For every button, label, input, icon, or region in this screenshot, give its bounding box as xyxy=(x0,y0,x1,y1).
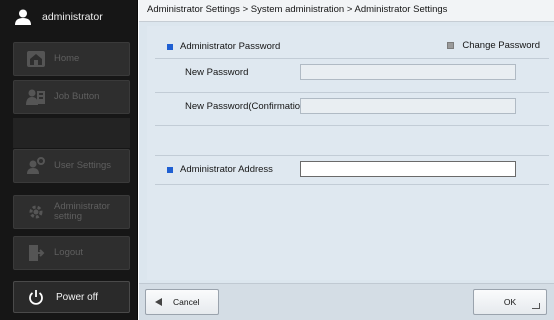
settings-panel: Administrator Password Change Password N… xyxy=(147,26,554,280)
confirm-password-label: New Password(Confirmation) xyxy=(185,101,309,112)
enter-icon xyxy=(532,303,540,309)
sidebar-item-job-button[interactable]: Job Button xyxy=(13,80,130,114)
administrator-address-field[interactable] xyxy=(300,161,516,177)
sidebar-item-label: Job Button xyxy=(54,91,100,102)
footer-bar: Cancel OK xyxy=(139,283,554,320)
sidebar-item-user-settings[interactable]: User Settings xyxy=(13,149,130,183)
sidebar-item-administrator-setting[interactable]: Administrator setting xyxy=(13,195,130,229)
user-settings-icon xyxy=(27,157,45,174)
address-section-title: Administrator Address xyxy=(155,164,273,175)
password-section-label: Administrator Password xyxy=(180,41,281,52)
sidebar-item-label: User Settings xyxy=(54,160,112,171)
power-off-label: Power off xyxy=(56,291,99,303)
ok-label: OK xyxy=(503,297,517,307)
divider xyxy=(155,125,549,126)
power-off-button[interactable]: Power off xyxy=(13,281,130,313)
cancel-label: Cancel xyxy=(173,297,200,307)
power-icon xyxy=(29,290,43,305)
change-password-checkbox[interactable]: Change Password xyxy=(447,40,540,51)
main-content: Administrator Settings > System administ… xyxy=(139,0,554,320)
job-button-icon xyxy=(26,89,45,105)
sidebar-item-logout[interactable]: Logout xyxy=(13,236,130,270)
logout-icon xyxy=(29,245,45,261)
user-header: administrator xyxy=(0,0,138,34)
section-marker-icon xyxy=(167,166,173,173)
breadcrumb: Administrator Settings > System administ… xyxy=(139,0,554,22)
sidebar-spacer xyxy=(13,118,130,148)
user-name: administrator xyxy=(42,11,103,23)
user-icon xyxy=(15,9,31,25)
sidebar: administrator Home Job Button User Setti… xyxy=(0,0,138,320)
section-marker-icon xyxy=(167,43,173,50)
divider xyxy=(155,184,549,185)
sidebar-item-home[interactable]: Home xyxy=(13,42,130,76)
password-section-title: Administrator Password xyxy=(167,41,280,52)
sidebar-item-label: Logout xyxy=(54,247,84,258)
home-icon xyxy=(27,51,45,67)
gear-icon xyxy=(29,205,43,219)
new-password-field[interactable] xyxy=(300,64,516,80)
sidebar-item-label: Administrator setting xyxy=(54,201,110,222)
ok-button[interactable]: OK xyxy=(473,289,547,315)
confirm-password-field[interactable] xyxy=(300,98,516,114)
new-password-row: New Password xyxy=(155,58,549,84)
new-password-label: New Password xyxy=(185,67,249,78)
cancel-button[interactable]: Cancel xyxy=(145,289,219,315)
sidebar-item-label: Home xyxy=(54,53,80,64)
back-arrow-icon xyxy=(155,298,162,306)
checkbox-icon[interactable] xyxy=(447,42,455,49)
address-row: Administrator Address xyxy=(155,156,549,182)
address-section-label: Administrator Address xyxy=(180,164,273,175)
change-password-label: Change Password xyxy=(462,40,540,51)
confirm-password-row: New Password(Confirmation) xyxy=(155,92,549,118)
